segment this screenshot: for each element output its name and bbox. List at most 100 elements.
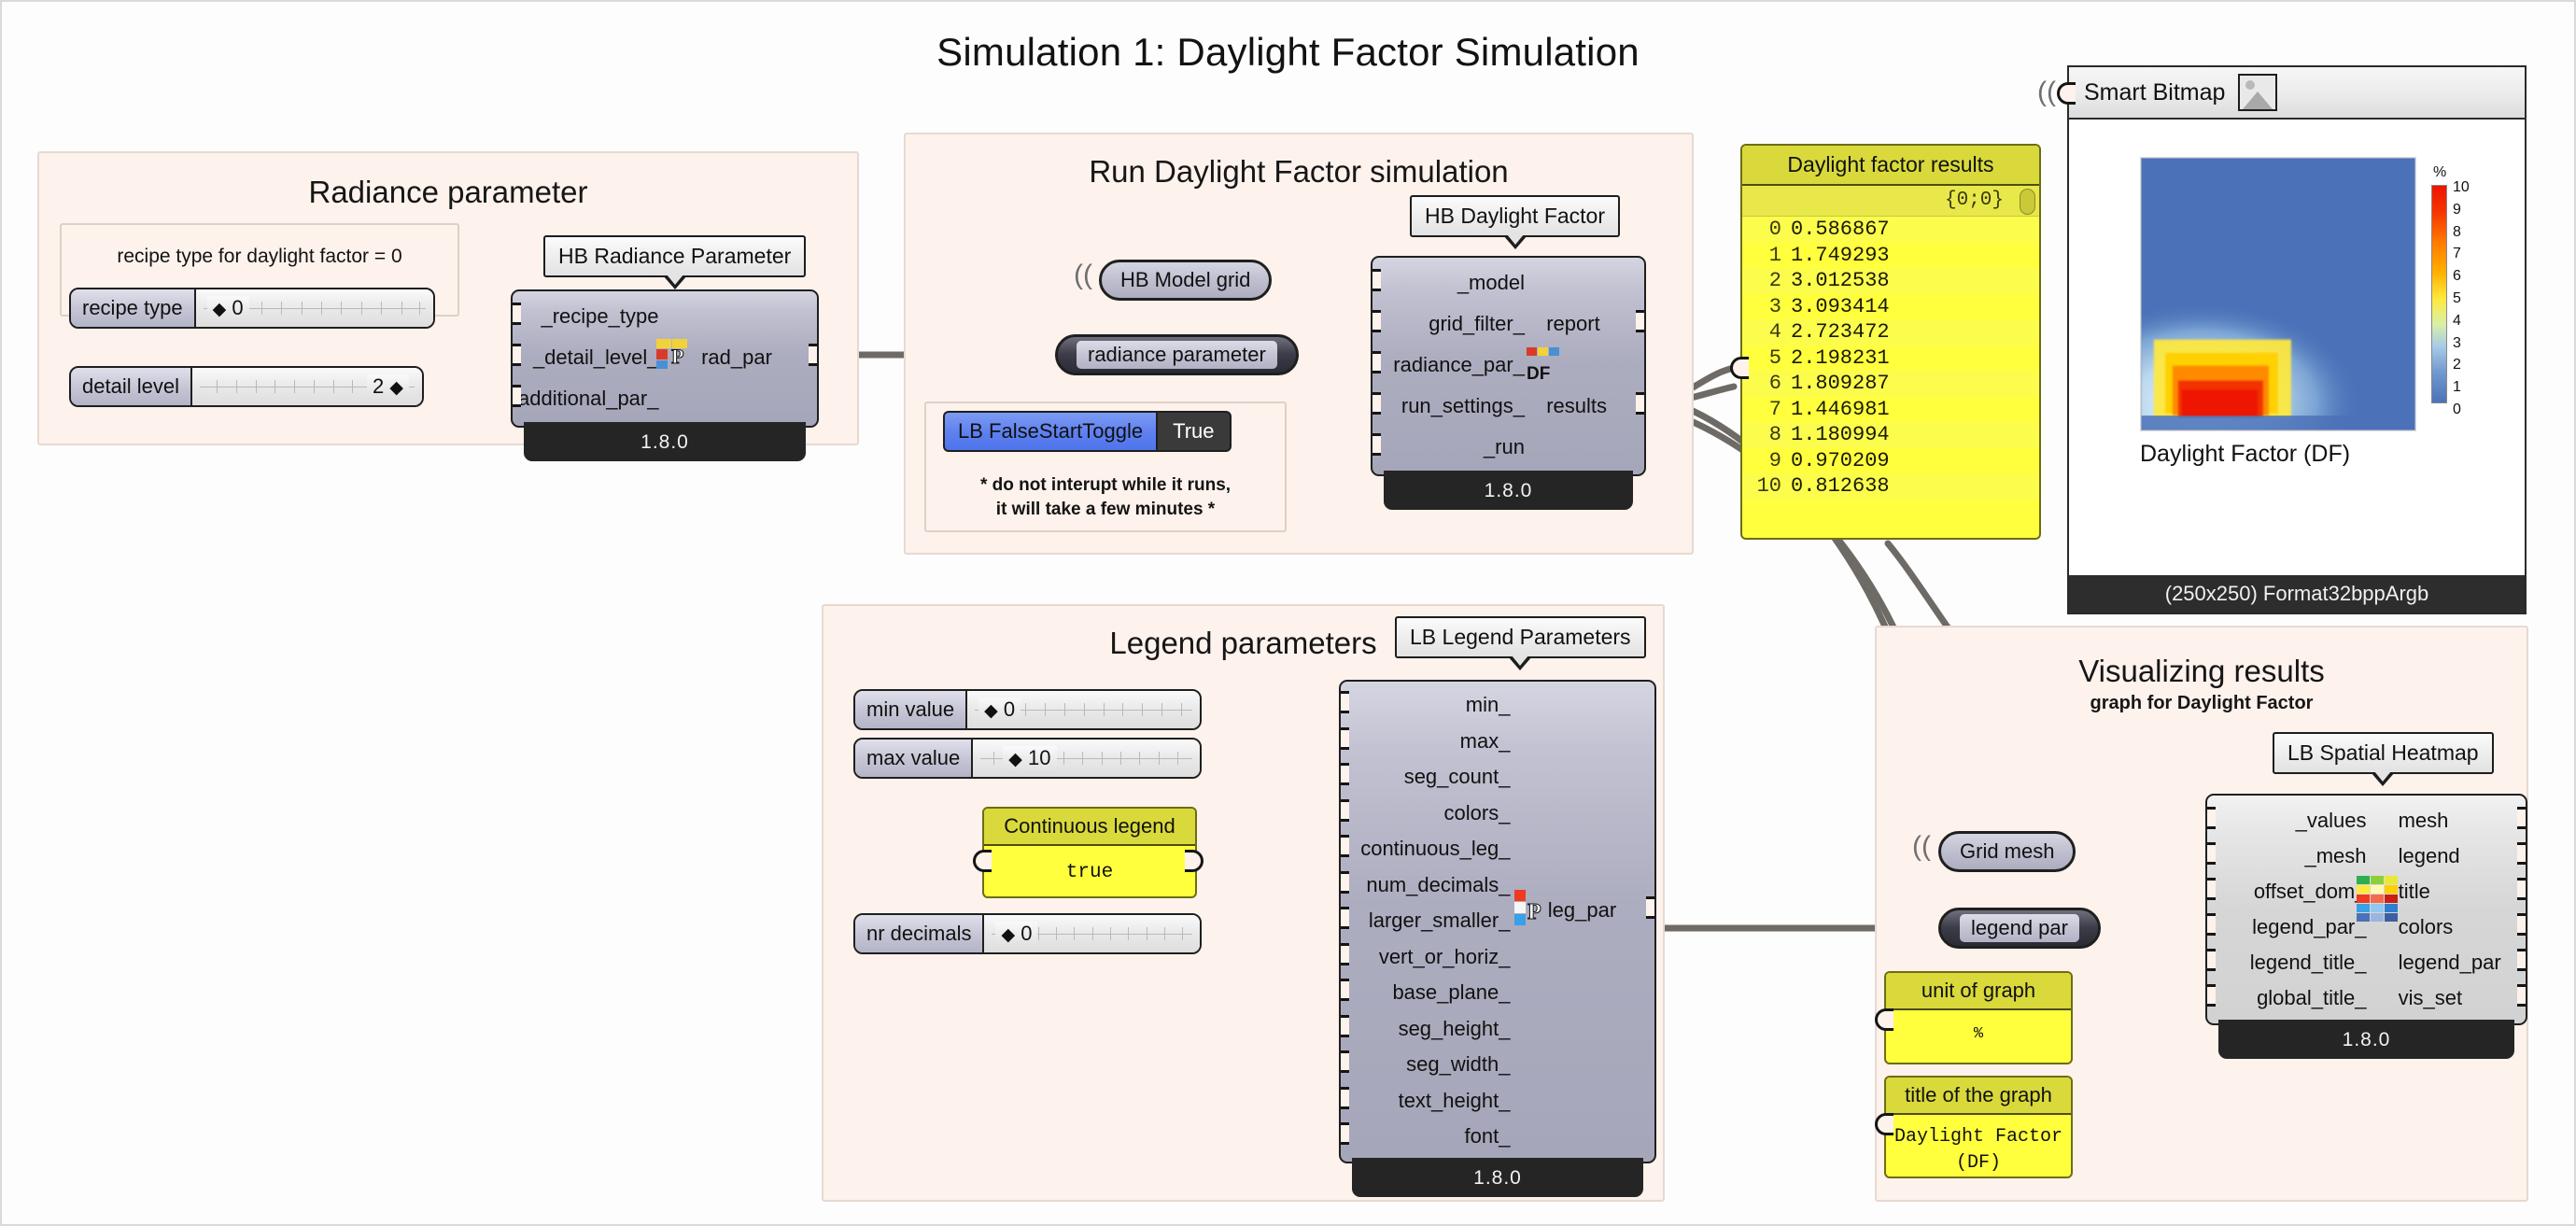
port-out-results[interactable] <box>1636 392 1644 415</box>
toggle-false-start-value[interactable]: True <box>1156 411 1232 452</box>
node-body[interactable]: _recipe_type _detail_level_ additional_p… <box>511 289 819 428</box>
slider-handle-icon[interactable]: ◆ <box>389 378 403 398</box>
slider-handle-icon[interactable]: ◆ <box>1001 925 1015 945</box>
port-in-mesh[interactable] <box>2207 842 2216 865</box>
input-max[interactable]: max_ <box>1460 729 1511 754</box>
port-in-values[interactable] <box>2207 807 2216 829</box>
port-in-run[interactable] <box>1372 433 1381 456</box>
input-colors[interactable]: colors_ <box>1444 801 1511 825</box>
port-continuous-legend-in[interactable] <box>973 850 992 872</box>
node-hb-daylight-factor[interactable]: _model grid_filter_ radiance_par_ run_se… <box>1371 256 1646 510</box>
input-radiance-par[interactable]: radiance_par_ <box>1393 353 1525 377</box>
grasshopper-canvas[interactable]: Simulation 1: Daylight Factor Simulation… <box>0 0 2576 1226</box>
port-in-detail-level[interactable] <box>513 344 521 366</box>
port-in-larger-smaller[interactable] <box>1341 907 1349 929</box>
slider-handle-icon[interactable]: ◆ <box>1008 750 1022 769</box>
output-results[interactable]: results <box>1546 394 1607 418</box>
input-num-decimals[interactable]: num_decimals_ <box>1366 873 1510 897</box>
slider-min-value-track[interactable]: ◆ 0 <box>967 691 1200 728</box>
param-grid-mesh[interactable]: Grid mesh <box>1938 831 2076 872</box>
output-colors[interactable]: colors <box>2399 915 2454 939</box>
node-lb-spatial-heatmap[interactable]: _values _mesh offset_dom_ legend_par_ legend… <box>2205 794 2527 1059</box>
param-legend-par[interactable]: legend par <box>1938 908 2101 949</box>
port-in-additional-par[interactable] <box>513 385 521 407</box>
slider-handle-icon[interactable]: ◆ <box>213 300 227 319</box>
output-legend-par[interactable]: legend_par <box>2399 951 2501 975</box>
slider-recipe-type[interactable]: recipe type ◆ 0 <box>69 288 435 329</box>
input-additional-par[interactable]: additional_par_ <box>518 387 658 411</box>
port-out-colors[interactable] <box>2517 913 2526 936</box>
input-seg-height[interactable]: seg_height_ <box>1399 1017 1511 1041</box>
port-in-font[interactable] <box>1341 1122 1349 1145</box>
port-out-title[interactable] <box>2517 878 2526 900</box>
input-vert-or-horiz[interactable]: vert_or_horiz_ <box>1379 945 1511 969</box>
output-rad-par[interactable]: rad_par <box>701 345 772 370</box>
slider-detail-level[interactable]: detail level 2 ◆ <box>69 366 424 407</box>
output-legend[interactable]: legend <box>2399 844 2460 868</box>
port-in-vert-or-horiz[interactable] <box>1341 942 1349 965</box>
input-font[interactable]: font_ <box>1465 1124 1511 1148</box>
node-lb-legend-parameters[interactable]: min_ max_ seg_count_ colors_ continuous_leg_… <box>1339 680 1656 1197</box>
panel-unit-of-graph[interactable]: unit of graph % <box>1884 971 2073 1064</box>
port-in-offset-dom[interactable] <box>2207 878 2216 900</box>
port-in-seg-width[interactable] <box>1341 1050 1349 1073</box>
input-min[interactable]: min_ <box>1466 693 1511 717</box>
smart-bitmap-titlebar[interactable]: Smart Bitmap <box>2069 67 2525 120</box>
input-detail-level[interactable]: _detail_level_ <box>533 345 659 370</box>
slider-min-value[interactable]: min value ◆ 0 <box>853 689 1202 730</box>
port-in-colors[interactable] <box>1341 798 1349 822</box>
port-in-num-decimals[interactable] <box>1341 870 1349 894</box>
input-base-plane[interactable]: base_plane_ <box>1392 980 1510 1005</box>
input-model[interactable]: _model <box>1457 271 1525 295</box>
input-recipe-type[interactable]: _recipe_type <box>542 304 659 329</box>
port-in-legend-title[interactable] <box>2207 949 2216 971</box>
input-values[interactable]: _values <box>2296 809 2367 833</box>
port-in-seg-height[interactable] <box>1341 1014 1349 1037</box>
input-run[interactable]: _run <box>1484 435 1525 459</box>
panel-title-of-graph[interactable]: title of the graph Daylight Factor (DF) <box>1884 1076 2073 1178</box>
port-results-panel-in[interactable] <box>1730 357 1749 379</box>
node-body[interactable]: _model grid_filter_ radiance_par_ run_se… <box>1371 256 1646 476</box>
input-mesh[interactable]: _mesh <box>2304 844 2366 868</box>
port-out-legend-par[interactable] <box>2517 949 2526 971</box>
port-title-of-graph-in[interactable] <box>1875 1113 1893 1135</box>
panel-daylight-factor-results[interactable]: Daylight factor results {0;0} 0 0.586867 1… <box>1740 144 2041 540</box>
input-global-title[interactable]: global_title_ <box>2257 986 2366 1010</box>
slider-handle-icon[interactable]: ◆ <box>984 701 998 721</box>
param-hb-model-grid[interactable]: HB Model grid <box>1099 260 1273 301</box>
input-larger-smaller[interactable]: larger_smaller_ <box>1369 909 1511 933</box>
port-in-run-settings[interactable] <box>1372 392 1381 415</box>
port-in-global-title[interactable] <box>2207 984 2216 1007</box>
slider-max-value-track[interactable]: ◆ 10 <box>973 740 1200 777</box>
param-radiance-parameter[interactable]: radiance parameter <box>1055 334 1299 375</box>
port-out-vis-set[interactable] <box>2517 984 2526 1007</box>
slider-detail-level-track[interactable]: 2 ◆ <box>191 368 422 405</box>
node-body[interactable]: min_ max_ seg_count_ colors_ continuous_leg_… <box>1339 680 1656 1163</box>
port-out-leg-par[interactable] <box>1646 896 1654 919</box>
port-in-base-plane[interactable] <box>1341 979 1349 1001</box>
results-scrollbar[interactable] <box>2020 189 2035 215</box>
port-in-recipe-type[interactable] <box>513 303 521 325</box>
input-legend-par[interactable]: legend_par_ <box>2252 915 2366 939</box>
node-hb-radiance-parameter[interactable]: _recipe_type _detail_level_ additional_p… <box>511 289 819 461</box>
output-report[interactable]: report <box>1546 312 1599 336</box>
input-seg-width[interactable]: seg_width_ <box>1406 1052 1510 1077</box>
output-vis-set[interactable]: vis_set <box>2399 986 2462 1010</box>
port-in-model[interactable] <box>1372 269 1381 291</box>
window-smart-bitmap[interactable]: Smart Bitmap % 10 9 8 7 6 5 4 3 2 1 0 Da… <box>2067 65 2527 614</box>
input-legend-title[interactable]: legend_title_ <box>2250 951 2367 975</box>
input-text-height[interactable]: text_height_ <box>1399 1089 1511 1113</box>
port-unit-of-graph-in[interactable] <box>1875 1008 1893 1031</box>
slider-nr-decimals[interactable]: nr decimals ◆ 0 <box>853 913 1202 954</box>
port-in-legend-par[interactable] <box>2207 913 2216 936</box>
output-leg-par[interactable]: leg_par <box>1548 898 1616 923</box>
output-mesh[interactable]: mesh <box>2399 809 2449 833</box>
port-out-legend[interactable] <box>2517 842 2526 865</box>
slider-recipe-type-track[interactable]: ◆ 0 <box>195 289 433 327</box>
output-title[interactable]: title <box>2399 880 2430 904</box>
panel-continuous-legend[interactable]: Continuous legend true <box>982 807 1197 898</box>
port-in-min[interactable] <box>1341 691 1349 713</box>
port-in-continuous-leg[interactable] <box>1341 835 1349 857</box>
input-continuous-leg[interactable]: continuous_leg_ <box>1360 837 1510 861</box>
port-in-grid-filter[interactable] <box>1372 310 1381 332</box>
